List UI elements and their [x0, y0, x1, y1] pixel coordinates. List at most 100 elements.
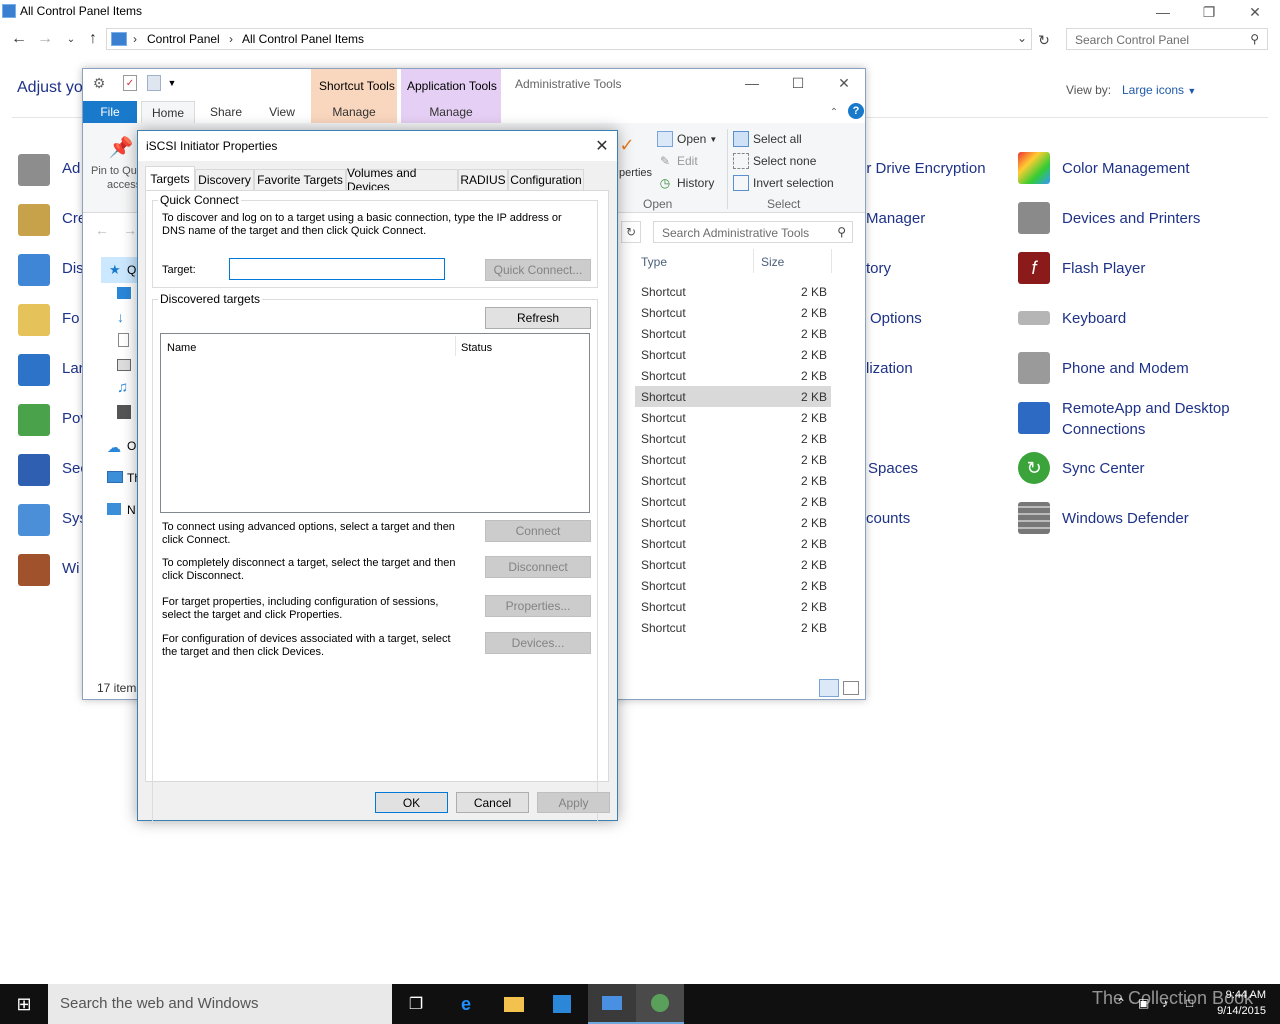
history-button[interactable]: ◷ History [657, 175, 715, 191]
tab-configuration[interactable]: Configuration [508, 169, 584, 190]
minimize-button[interactable]: — [1140, 0, 1186, 24]
display-icon[interactable] [18, 254, 50, 286]
gear-icon[interactable]: ⚙ [91, 75, 107, 91]
cp-item-mid-2[interactable]: tory [866, 260, 891, 277]
task-view-icon[interactable]: ❐ [392, 984, 440, 1024]
address-dropdown-icon[interactable]: ⌄ [1017, 31, 1027, 45]
target-input[interactable] [229, 258, 445, 280]
file-row[interactable]: Shortcut 2 KB [635, 449, 831, 470]
restore-button[interactable]: ❐ [1186, 0, 1232, 24]
system-icon[interactable] [18, 504, 50, 536]
nav-quick-access[interactable]: ★ Q [101, 257, 141, 283]
firewall-icon[interactable] [18, 554, 50, 586]
select-none-button[interactable]: Select none [733, 153, 816, 169]
back-arrow-icon[interactable]: ← [8, 28, 30, 50]
column-type[interactable]: Type [641, 255, 667, 269]
cp-item-remoteapp[interactable]: RemoteApp and Desktop Connections [1018, 398, 1252, 442]
collapse-ribbon-icon[interactable]: ⌃ [827, 105, 841, 119]
pictures-icon[interactable] [117, 359, 131, 371]
file-row[interactable]: Shortcut 2 KB [635, 470, 831, 491]
onedrive-icon[interactable]: ☁ [107, 439, 121, 456]
breadcrumb-control-panel[interactable]: Control Panel [147, 32, 220, 46]
ok-button[interactable]: OK [375, 792, 448, 813]
back-arrow-icon[interactable]: ← [93, 221, 111, 239]
tab-view[interactable]: View [255, 101, 309, 123]
disconnect-button[interactable]: Disconnect [485, 556, 591, 578]
edge-icon[interactable]: e [442, 984, 490, 1024]
taskbar-date[interactable]: 9/14/2015 [1208, 1005, 1266, 1017]
pin-icon[interactable]: 📌 [109, 135, 134, 159]
cp-item-color-management[interactable]: Color Management [1018, 148, 1190, 188]
tab-file[interactable]: File [83, 101, 137, 123]
file-row[interactable]: Shortcut 2 KB [635, 386, 831, 407]
close-button[interactable]: ✕ [821, 69, 865, 97]
select-all-button[interactable]: Select all [733, 131, 802, 147]
tab-share[interactable]: Share [199, 101, 253, 123]
power-options-icon[interactable] [18, 404, 50, 436]
forward-arrow-icon[interactable]: → [34, 28, 56, 50]
security-flag-icon[interactable] [18, 454, 50, 486]
this-pc-icon[interactable] [107, 471, 123, 483]
cp-item-sync-center[interactable]: ↻ Sync Center [1018, 448, 1145, 488]
cp-item-mid-6[interactable]: counts [866, 510, 910, 527]
tab-volumes-and-devices[interactable]: Volumes and Devices [346, 166, 458, 194]
file-row[interactable]: Shortcut 2 KB [635, 596, 831, 617]
properties-button[interactable]: Properties... [485, 595, 591, 617]
tab-targets[interactable]: Targets [145, 166, 195, 191]
invert-selection-button[interactable]: Invert selection [733, 175, 834, 191]
cp-item-left-0[interactable]: Ad [62, 160, 80, 177]
file-row[interactable]: Shortcut 2 KB [635, 407, 831, 428]
music-icon[interactable]: ♫ [117, 379, 128, 396]
tab-manage-shortcut[interactable]: Manage [313, 101, 395, 123]
help-icon[interactable]: ? [848, 103, 864, 119]
cp-item-left-4[interactable]: Lar [62, 360, 84, 377]
column-status[interactable]: Status [461, 342, 492, 354]
quick-connect-button[interactable]: Quick Connect... [485, 259, 591, 281]
file-row[interactable]: Shortcut 2 KB [635, 323, 831, 344]
breadcrumb-all-items[interactable]: All Control Panel Items [242, 32, 364, 46]
address-bar[interactable]: › Control Panel › All Control Panel Item… [106, 28, 1032, 50]
open-button[interactable]: Open ▼ [657, 131, 717, 147]
file-row[interactable]: Shortcut 2 KB [635, 491, 831, 512]
discovered-targets-list[interactable]: Name Status [160, 333, 590, 513]
iscsi-taskbar-icon[interactable] [636, 984, 684, 1024]
cp-item-phone-modem[interactable]: Phone and Modem [1018, 348, 1189, 388]
tab-home[interactable]: Home [141, 101, 195, 123]
refresh-icon[interactable]: ↻ [621, 221, 641, 243]
downloads-icon[interactable]: ↓ [117, 309, 124, 325]
cp-item-flash-player[interactable]: f Flash Player [1018, 248, 1145, 288]
windows-start-icon[interactable]: ⊞ [0, 984, 48, 1024]
cp-item-left-2[interactable]: Dis [62, 260, 84, 277]
tab-discovery[interactable]: Discovery [195, 169, 254, 190]
customize-dropdown-icon[interactable]: ▼ [167, 77, 177, 89]
cp-item-mid-3[interactable]: Options [870, 310, 922, 327]
details-view-icon[interactable] [819, 679, 839, 697]
file-row[interactable]: Shortcut 2 KB [635, 281, 831, 302]
cp-item-mid-1[interactable]: Manager [866, 210, 925, 227]
file-row[interactable]: Shortcut 2 KB [635, 365, 831, 386]
cp-item-mid-4[interactable]: lization [866, 360, 913, 377]
file-explorer-icon[interactable] [490, 984, 538, 1024]
cp-item-devices-printers[interactable]: Devices and Printers [1018, 198, 1200, 238]
column-name[interactable]: Name [167, 342, 196, 354]
column-size[interactable]: Size [761, 255, 784, 269]
devices-button[interactable]: Devices... [485, 632, 591, 654]
nav-onedrive-label[interactable]: O [127, 439, 136, 453]
videos-icon[interactable] [117, 405, 131, 419]
store-icon[interactable] [538, 984, 586, 1024]
search-administrative-tools-input[interactable]: Search Administrative Tools ⚲ [653, 221, 853, 243]
recent-dropdown-icon[interactable]: ⌄ [60, 28, 82, 50]
taskbar-search-box[interactable]: Search the web and Windows [48, 984, 392, 1024]
desktop-icon[interactable] [117, 287, 131, 299]
properties-icon[interactable]: ✓ [123, 75, 137, 91]
refresh-button[interactable]: Refresh [485, 307, 591, 329]
up-arrow-icon[interactable]: ↑ [82, 28, 104, 50]
large-icons-view-icon[interactable] [843, 681, 859, 695]
tab-favorite-targets[interactable]: Favorite Targets [254, 169, 346, 190]
apply-button[interactable]: Apply [537, 792, 610, 813]
file-row[interactable]: Shortcut 2 KB [635, 533, 831, 554]
admin-tools-icon[interactable] [18, 154, 50, 186]
network-icon[interactable] [107, 503, 121, 515]
close-button[interactable]: ✕ [1232, 0, 1278, 24]
minimize-button[interactable]: — [729, 69, 775, 97]
